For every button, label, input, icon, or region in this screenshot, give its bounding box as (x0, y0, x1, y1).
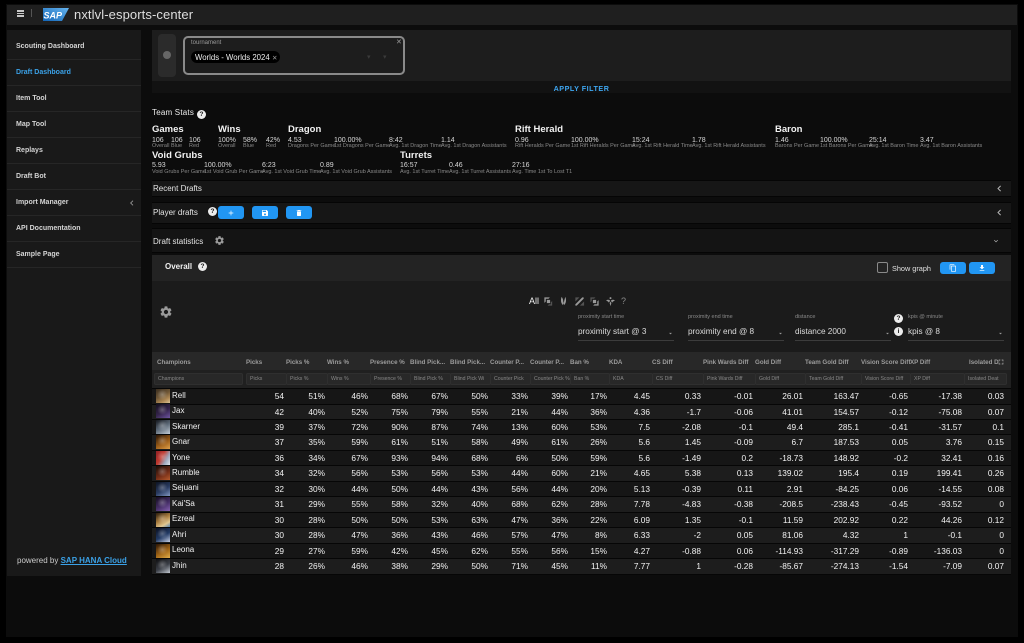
svg-text:SAP: SAP (44, 11, 64, 21)
